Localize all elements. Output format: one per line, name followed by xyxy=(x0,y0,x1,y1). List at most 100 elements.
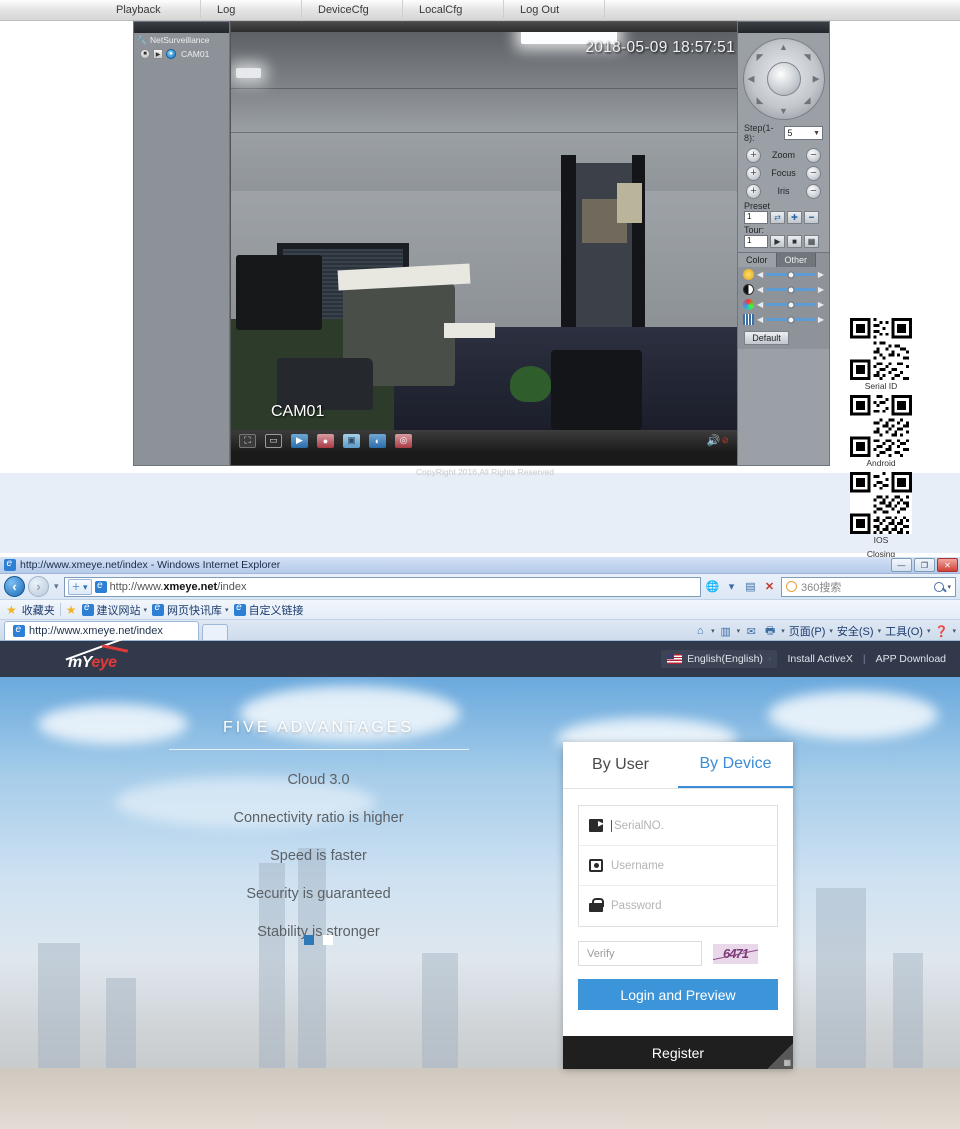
zoom-in-button[interactable]: + xyxy=(746,147,761,163)
menu-devicecfg[interactable]: DeviceCfg xyxy=(302,0,403,21)
chevron-down-icon[interactable]: ▾ xyxy=(737,627,741,635)
decrease-icon[interactable]: ◀ xyxy=(757,300,763,309)
username-field[interactable]: Username xyxy=(579,846,777,886)
login-and-preview-button[interactable]: Login and Preview xyxy=(578,979,778,1010)
xmeye-logo[interactable]: mYeye xyxy=(56,637,144,672)
maximize-button[interactable]: ❐ xyxy=(914,558,935,572)
carousel-dot-1[interactable] xyxy=(304,935,315,945)
tab-by-device[interactable]: By Device xyxy=(678,742,793,788)
preset-remove-icon[interactable]: ━ xyxy=(804,211,819,224)
register-bar[interactable]: Register ▦ xyxy=(563,1036,793,1069)
search-box[interactable]: 360搜索 ▾ xyxy=(781,576,956,597)
chevron-down-icon[interactable]: ▾ xyxy=(781,627,785,635)
forward-button-icon[interactable]: › xyxy=(28,576,49,597)
slider-knob[interactable] xyxy=(787,301,794,308)
menu-logout[interactable]: Log Out xyxy=(504,0,605,21)
increase-icon[interactable]: ▶ xyxy=(818,285,824,294)
hue-slider[interactable] xyxy=(766,301,815,308)
verify-input[interactable]: Verify xyxy=(578,941,702,966)
snapshot-icon[interactable]: ▣ xyxy=(343,433,360,448)
home-icon[interactable]: ⌂ xyxy=(692,623,708,639)
recent-pages-chevron-icon[interactable]: ▾ xyxy=(52,581,61,592)
slider-knob[interactable] xyxy=(787,271,794,278)
chevron-down-icon[interactable]: ▾ xyxy=(878,627,882,635)
ptz-down-right-icon[interactable]: ◢ xyxy=(804,95,811,106)
stream-icon[interactable]: ● xyxy=(166,49,176,59)
tab-other[interactable]: Other xyxy=(776,253,817,267)
stop-icon[interactable]: ■ xyxy=(140,49,150,59)
carousel-dot-2[interactable] xyxy=(322,935,333,945)
ptz-down-icon[interactable]: ▼ xyxy=(779,106,788,116)
search-icon[interactable] xyxy=(934,581,945,592)
translate-icon[interactable]: 🌐 xyxy=(704,578,721,595)
tour-stop-icon[interactable]: ■ xyxy=(787,235,802,248)
app-download-link[interactable]: APP Download xyxy=(876,653,946,665)
address-bar[interactable]: ＋ ▾ http://www.xmeye.net/index xyxy=(63,576,701,597)
new-tab-button[interactable] xyxy=(202,624,228,640)
stop-icon[interactable]: ◎ xyxy=(395,433,412,448)
back-button-icon[interactable]: ‹ xyxy=(4,576,25,597)
preset-input[interactable]: 1 xyxy=(744,211,768,224)
compatibility-badge-icon[interactable]: ＋ ▾ xyxy=(67,578,92,595)
fav-custom-links[interactable]: 自定义链接 xyxy=(233,602,304,618)
decrease-icon[interactable]: ◀ xyxy=(757,270,763,279)
fullscreen-icon[interactable]: ⛶ xyxy=(239,433,256,448)
qr-corner-icon[interactable]: ▦ xyxy=(767,1043,793,1069)
menu-page[interactable]: 页面(P) xyxy=(788,623,827,639)
fav-web-slice[interactable]: 网页快讯库 ▾ xyxy=(152,602,229,618)
ptz-direction-pad[interactable]: ▲ ▼ ◀ ▶ ◤ ◥ ◣ ◢ xyxy=(742,38,825,120)
focus-out-button[interactable]: − xyxy=(805,165,821,181)
menu-localcfg[interactable]: LocalCfg xyxy=(403,0,504,21)
tab-by-user[interactable]: By User xyxy=(563,742,678,788)
help-icon[interactable]: ❓ xyxy=(933,623,949,639)
slider-knob[interactable] xyxy=(787,316,794,323)
ptz-right-icon[interactable]: ▶ xyxy=(813,74,820,85)
iris-open-button[interactable]: + xyxy=(746,183,761,199)
tree-channel-row[interactable]: ■ ▶ ● CAM01 xyxy=(134,47,229,61)
ptz-center-hub[interactable] xyxy=(766,62,801,96)
record-start-icon[interactable]: ▶ xyxy=(291,433,308,448)
tree-root-row[interactable]: 🔧 NetSurveillance xyxy=(134,33,229,47)
tour-play-icon[interactable]: ▶ xyxy=(770,235,785,248)
tour-input[interactable]: 1 xyxy=(744,235,768,248)
add-favorite-icon[interactable]: ★ xyxy=(66,603,77,617)
menu-safety[interactable]: 安全(S) xyxy=(836,623,875,639)
volume-control[interactable]: 🔊 ⊘ xyxy=(707,434,729,447)
increase-icon[interactable]: ▶ xyxy=(818,300,824,309)
chevron-down-icon[interactable]: ▾ xyxy=(829,627,833,635)
ptz-left-icon[interactable]: ◀ xyxy=(748,74,755,85)
saturation-slider[interactable] xyxy=(766,316,815,323)
menu-playback[interactable]: Playback xyxy=(100,0,201,21)
iris-close-button[interactable]: − xyxy=(806,183,821,199)
compat-view-icon[interactable]: ▤ xyxy=(742,578,759,595)
default-button[interactable]: Default xyxy=(744,331,789,345)
favorites-star-icon[interactable]: ★ xyxy=(6,603,17,617)
zoom-out-button[interactable]: − xyxy=(805,147,821,163)
install-activex-link[interactable]: Install ActiveX xyxy=(787,653,852,665)
language-selector[interactable]: English(English) ▾ xyxy=(661,650,778,668)
stop-icon[interactable]: ✕ xyxy=(761,578,778,595)
increase-icon[interactable]: ▶ xyxy=(818,270,824,279)
tour-grid-icon[interactable]: ▦ xyxy=(804,235,819,248)
preset-goto-icon[interactable]: ⇄ xyxy=(770,211,785,224)
captcha-image[interactable]: 6471 xyxy=(713,943,758,964)
contrast-slider[interactable] xyxy=(766,286,815,293)
preset-add-icon[interactable]: ✚ xyxy=(787,211,802,224)
record-stop-icon[interactable]: ● xyxy=(317,433,334,448)
menu-tools[interactable]: 工具(O) xyxy=(884,623,924,639)
address-dropdown-icon[interactable]: ▾ xyxy=(723,578,740,595)
fav-suggested-sites[interactable]: 建议网站 ▾ xyxy=(81,602,147,618)
ptz-up-right-icon[interactable]: ◥ xyxy=(804,52,811,63)
slider-knob[interactable] xyxy=(787,286,794,293)
print-icon[interactable]: 🖶 xyxy=(762,623,778,639)
chevron-down-icon[interactable]: ▾ xyxy=(952,627,956,635)
focus-in-button[interactable]: + xyxy=(746,165,761,181)
single-view-icon[interactable]: ▭ xyxy=(265,433,282,448)
ptz-up-icon[interactable]: ▲ xyxy=(779,42,788,52)
tab-color[interactable]: Color xyxy=(738,253,777,267)
minimize-button[interactable]: — xyxy=(891,558,912,572)
password-field[interactable]: Password xyxy=(579,886,777,926)
search-chevron-icon[interactable]: ▾ xyxy=(947,583,951,591)
playback-icon[interactable]: ◐ xyxy=(369,433,386,448)
serial-field[interactable]: SerialNO. xyxy=(579,806,777,846)
